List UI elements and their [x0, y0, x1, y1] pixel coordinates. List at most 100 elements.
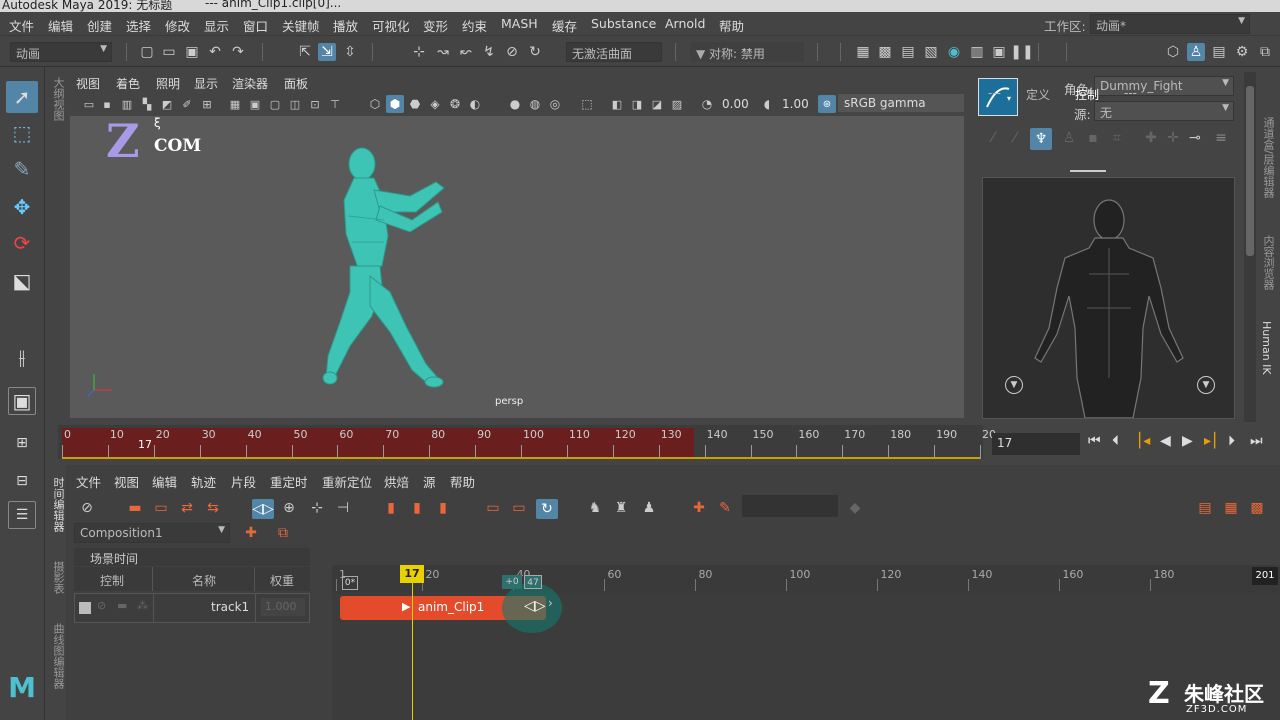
- xray-icon[interactable]: ◧: [608, 95, 626, 113]
- dope-sheet-tab[interactable]: 摄影表: [50, 561, 66, 594]
- create-relationship-icon[interactable]: ⇄: [178, 499, 196, 517]
- image-plane-icon[interactable]: ▚: [138, 95, 156, 113]
- grid-toggle-icon[interactable]: ⊞: [198, 95, 216, 113]
- modeling-toolkit-icon[interactable]: ⬡: [1164, 43, 1182, 61]
- graph-editor-tab[interactable]: 曲线图编辑器: [50, 623, 66, 689]
- playhead-line[interactable]: [412, 565, 413, 720]
- snap-view-icon[interactable]: ⊘: [503, 43, 521, 61]
- menu-create[interactable]: 创建: [87, 16, 112, 35]
- character-source-icon[interactable]: ♞: [586, 499, 604, 517]
- menu-constrain[interactable]: 约束: [462, 16, 487, 35]
- ao-icon[interactable]: ●: [506, 95, 524, 113]
- menu-display[interactable]: 显示: [204, 16, 229, 35]
- te-menu-bake[interactable]: 烘焙: [384, 472, 409, 491]
- outliner-tab[interactable]: 大纲视图: [50, 77, 66, 121]
- resolution-gate-icon[interactable]: ▣: [246, 95, 264, 113]
- hik-pin-icon[interactable]: ⁄: [984, 129, 1002, 147]
- key-add-icon[interactable]: ✚: [690, 499, 708, 517]
- menu-visualize[interactable]: 可视化: [372, 16, 410, 35]
- te-menu-help[interactable]: 帮助: [450, 472, 475, 491]
- menu-modify[interactable]: 修改: [165, 16, 190, 35]
- loop-start-icon[interactable]: ▭: [484, 499, 502, 517]
- menu-playback[interactable]: 播放: [333, 16, 358, 35]
- hold-end-icon[interactable]: ▮: [434, 499, 452, 517]
- hik-ik-icon[interactable]: ✚: [1142, 129, 1160, 147]
- character-add-icon[interactable]: ♜: [612, 499, 630, 517]
- snap-live-icon[interactable]: ↻: [526, 43, 544, 61]
- save-scene-icon[interactable]: ▣: [183, 43, 201, 61]
- menu-deform[interactable]: 变形: [423, 16, 448, 35]
- xray-joints-icon[interactable]: ◨: [628, 95, 646, 113]
- hik-pin2-icon[interactable]: ⁄: [1006, 129, 1024, 147]
- menuset-dropdown[interactable]: 动画 ▼: [10, 42, 112, 62]
- menu-mash[interactable]: MASH: [501, 16, 538, 31]
- smooth-shade-icon[interactable]: ⬢: [386, 95, 404, 113]
- go-end-icon[interactable]: ⏭: [1250, 433, 1263, 449]
- open-scene-icon[interactable]: ▭: [160, 43, 178, 61]
- layout-icon[interactable]: ⊟: [6, 465, 38, 497]
- exposure-value[interactable]: 0.00: [722, 97, 749, 111]
- safe-title-icon[interactable]: ⊤: [326, 95, 344, 113]
- clip-timeline[interactable]: 120406080100120140160180 0* ▶ anim_Clip1…: [332, 565, 1280, 720]
- hypershade-icon[interactable]: ▥: [968, 43, 986, 61]
- te-menu-source[interactable]: 源: [423, 472, 436, 491]
- duplicate-composition-icon[interactable]: ⧉: [274, 524, 292, 542]
- add-composition-icon[interactable]: ✚: [242, 524, 260, 542]
- search-options-icon[interactable]: ◆: [846, 499, 864, 517]
- add-track-icon[interactable]: ▭: [152, 499, 170, 517]
- exposure-icon[interactable]: ◔: [698, 95, 716, 113]
- select-tool-icon[interactable]: ➚: [6, 81, 38, 113]
- key-edit-icon[interactable]: ✎: [716, 499, 734, 517]
- menu-substance[interactable]: Substance: [591, 16, 656, 31]
- character-remove-icon[interactable]: ♟: [640, 499, 658, 517]
- go-start-icon[interactable]: ⏮: [1088, 433, 1101, 449]
- four-view-icon[interactable]: ⊞: [6, 427, 38, 459]
- isolate-icon[interactable]: ⬚: [578, 95, 596, 113]
- wireframe-icon[interactable]: ⬡: [366, 95, 384, 113]
- snap-projected-icon[interactable]: ↯: [480, 43, 498, 61]
- te-menu-clips[interactable]: 片段: [231, 472, 256, 491]
- hik-tab-1[interactable]: ---: [988, 86, 1001, 100]
- gate-mask-icon[interactable]: ▢: [266, 95, 284, 113]
- menu-window[interactable]: 窗口: [243, 16, 268, 35]
- hik-tab-4[interactable]: ---: [1124, 86, 1137, 100]
- vp-menu-show[interactable]: 显示: [194, 75, 218, 92]
- te-menu-edit[interactable]: 编辑: [152, 472, 177, 491]
- aa-icon[interactable]: ◎: [546, 95, 564, 113]
- hik-selection-icon[interactable]: ▪: [1084, 129, 1102, 147]
- render-frame-icon[interactable]: ▩: [876, 43, 894, 61]
- track-solo-icon[interactable]: ▬: [117, 599, 127, 612]
- create-audio-icon[interactable]: ⇆: [204, 499, 222, 517]
- te-menu-retime[interactable]: 重定时: [270, 472, 308, 491]
- track-enable-checkbox[interactable]: [79, 602, 91, 614]
- content-browser-tab[interactable]: 内容浏览器: [1260, 235, 1276, 290]
- track-lock-icon[interactable]: ⁂: [137, 599, 148, 612]
- te-menu-tracks[interactable]: 轨迹: [191, 472, 216, 491]
- arnold-render-icon[interactable]: ◉: [945, 43, 963, 61]
- hik-pinning-icon[interactable]: ⊸: [1186, 129, 1204, 147]
- te-menu-relocate[interactable]: 重新定位: [322, 472, 372, 491]
- te-menu-file[interactable]: 文件: [76, 472, 101, 491]
- character-model[interactable]: [70, 116, 964, 418]
- color-mgmt-icon[interactable]: ⊛: [818, 95, 836, 113]
- grease-pencil-icon[interactable]: ✐: [178, 95, 196, 113]
- vp-menu-shading[interactable]: 着色: [116, 75, 140, 92]
- tool-settings-icon[interactable]: ⚙: [1233, 43, 1251, 61]
- paint-select-icon[interactable]: ✎: [6, 153, 38, 185]
- select-hierarchy-icon[interactable]: ⇱: [296, 43, 314, 61]
- vp-menu-view[interactable]: 视图: [76, 75, 100, 92]
- move-tool-icon[interactable]: ✥: [6, 191, 38, 223]
- search-field[interactable]: [742, 495, 838, 517]
- menu-help[interactable]: 帮助: [719, 16, 744, 35]
- film-gate-icon[interactable]: ▦: [226, 95, 244, 113]
- hik-panel-icon[interactable]: ♙: [1187, 43, 1205, 61]
- scale-clip-icon[interactable]: ⊣: [334, 499, 352, 517]
- play-back-icon[interactable]: ◀: [1160, 433, 1171, 449]
- mute-icon[interactable]: ⊘: [78, 499, 96, 517]
- scale-tool-icon[interactable]: ⬕: [6, 265, 38, 297]
- last-tool-icon[interactable]: ⫲: [6, 341, 38, 373]
- character-dropdown[interactable]: Dummy_Fight ▼: [1094, 76, 1234, 96]
- hik-body-part-icon[interactable]: ♙: [1060, 129, 1078, 147]
- 3d-scene[interactable]: Z COM ξ persp: [70, 114, 964, 418]
- wire-on-shaded-icon[interactable]: ⬣: [406, 95, 424, 113]
